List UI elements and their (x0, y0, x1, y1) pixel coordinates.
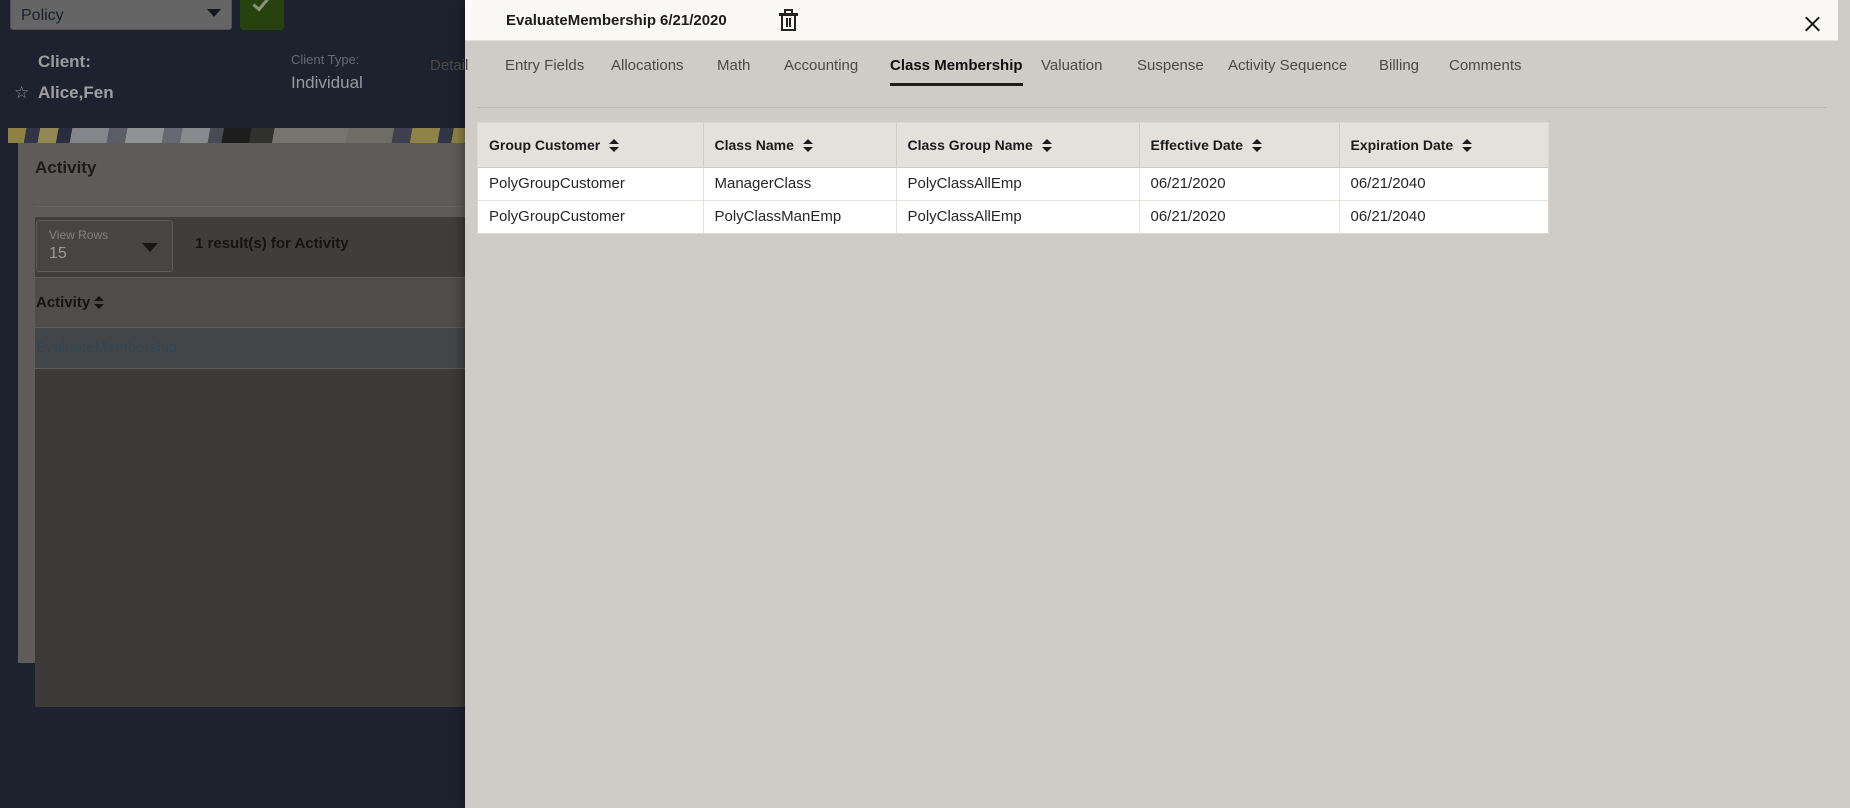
tab-label: Valuation (1041, 56, 1103, 74)
panel-toolbar: View Rows 15 1 result(s) for Activity (35, 217, 465, 277)
client-label: Client: (38, 52, 91, 71)
client-header: Client: ☆ Alice,Fen Client Type: Individ… (0, 40, 465, 128)
modal-title: EvaluateMembership (506, 12, 657, 29)
tab-billing[interactable]: Billing (1379, 41, 1419, 89)
table-cell: PolyClassManEmp (703, 200, 897, 233)
activity-row-selected[interactable]: EvaluateMembership (35, 327, 465, 369)
tab-valuation[interactable]: Valuation (1041, 41, 1102, 89)
table-cell: PolyClassAllEmp (896, 167, 1140, 201)
tab-label: Billing (1379, 56, 1420, 74)
column-header-label: Expiration Date (1350, 136, 1454, 153)
column-header-group-customer[interactable]: Group Customer (478, 123, 704, 168)
modal-body: Group Customer Class Name Class Group Name… (465, 89, 1838, 808)
table-cell: 06/21/2040 (1339, 200, 1548, 233)
activity-column-label: Activity (36, 294, 91, 311)
activity-grid-empty-area (35, 369, 465, 707)
panel-divider (35, 206, 465, 207)
activity-column-header: Activity (36, 294, 105, 311)
tab-class-membership[interactable]: Class Membership (890, 41, 1023, 89)
results-count: 1 result(s) for Activity (195, 235, 349, 252)
table-head: Group Customer Class Name Class Group Name… (478, 123, 1548, 168)
sort-chevrons-icon[interactable] (1041, 138, 1053, 153)
tab-suspense[interactable]: Suspense (1137, 41, 1204, 89)
tab-label: Suspense (1137, 56, 1204, 74)
tab-label: Activity Sequence (1228, 56, 1348, 74)
modal-header: EvaluateMembership 6/21/2020 (465, 0, 1838, 41)
table-cell: PolyGroupCustomer (478, 167, 704, 201)
column-header-class-name[interactable]: Class Name (703, 123, 897, 168)
background-application: Policy Client: ☆ Alice,Fen Client Type: … (0, 0, 465, 808)
app-top-bar: Policy (0, 0, 465, 40)
chevron-down-icon (142, 243, 158, 252)
sort-chevrons-icon[interactable] (609, 138, 620, 153)
column-header-label: Effective Date (1150, 136, 1244, 153)
table-row[interactable]: PolyGroupCustomer PolyClassManEmp PolyClas… (478, 200, 1548, 233)
table-cell: PolyGroupCustomer (478, 200, 704, 233)
tab-comments[interactable]: Comments (1449, 41, 1522, 89)
check-icon (252, 0, 270, 12)
tab-label: Comments (1449, 56, 1522, 74)
body-divider (477, 107, 1827, 108)
tab-label: Math (717, 56, 751, 74)
client-name: Alice,Fen (38, 83, 114, 102)
class-membership-table: Group Customer Class Name Class Group Name… (478, 123, 1548, 233)
table-header-row: Group Customer Class Name Class Group Name… (478, 123, 1548, 168)
table-row[interactable]: PolyGroupCustomer ManagerClass PolyClassAl… (478, 167, 1548, 201)
view-rows-label: View Rows (49, 228, 109, 242)
star-icon[interactable]: ☆ (14, 84, 29, 102)
sort-chevrons-icon[interactable] (802, 138, 814, 153)
client-type-label: Client Type: (291, 52, 360, 67)
table-cell: 06/21/2020 (1139, 200, 1340, 233)
column-header-expiration-date[interactable]: Expiration Date (1339, 123, 1548, 168)
column-header-class-group-name[interactable]: Class Group Name (896, 123, 1140, 168)
tab-label: Detail (430, 56, 469, 74)
policy-dropdown[interactable]: Policy (10, 0, 232, 30)
tab-label: Allocations (611, 56, 684, 74)
activity-grid-header[interactable]: Activity (35, 277, 465, 327)
tab-detail[interactable]: Detail (430, 41, 468, 89)
sort-chevrons-icon[interactable] (94, 295, 105, 310)
column-header-label: Class Name (714, 136, 794, 153)
sort-chevrons-icon[interactable] (1252, 138, 1263, 153)
panel-title: Activity (35, 158, 97, 177)
tab-label: Class Membership (890, 56, 1023, 74)
view-rows-dropdown[interactable]: View Rows 15 (36, 220, 173, 272)
activity-row-label: EvaluateMembership (36, 339, 177, 356)
column-header-label: Group Customer (489, 136, 601, 153)
column-header-effective-date[interactable]: Effective Date (1139, 123, 1340, 168)
sort-chevrons-icon[interactable] (1462, 138, 1473, 153)
modal-tab-bar: Detail Entry Fields Allocations Math Account… (430, 41, 1838, 89)
tab-allocations[interactable]: Allocations (611, 41, 684, 89)
tab-entry-fields[interactable]: Entry Fields (505, 41, 584, 89)
policy-dropdown-value: Policy (21, 7, 64, 24)
table-cell: 06/21/2040 (1339, 167, 1548, 201)
confirm-button[interactable] (240, 0, 284, 30)
tab-activity-sequence[interactable]: Activity Sequence (1228, 41, 1347, 89)
view-rows-value: 15 (49, 245, 67, 262)
close-icon[interactable] (1798, 10, 1826, 38)
tab-math[interactable]: Math (717, 41, 750, 89)
table-body: PolyGroupCustomer ManagerClass PolyClassAl… (478, 167, 1548, 233)
decorative-banner-image (8, 128, 465, 143)
tab-label: Accounting (784, 56, 859, 74)
tab-accounting[interactable]: Accounting (784, 41, 858, 89)
activity-panel: Activity View Rows 15 1 result(s) for Ac… (18, 143, 465, 707)
delete-button[interactable] (775, 8, 805, 35)
column-header-label: Class Group Name (907, 136, 1033, 153)
tab-label: Entry Fields (505, 56, 585, 74)
table-cell: PolyClassAllEmp (896, 200, 1140, 233)
chevron-down-icon (207, 9, 221, 17)
class-membership-table-container: Group Customer Class Name Class Group Name… (477, 122, 1549, 234)
client-type-value: Individual (291, 73, 363, 92)
modal-date: 6/21/2020 (660, 12, 727, 29)
trash-icon (781, 16, 796, 31)
table-cell: 06/21/2020 (1139, 167, 1340, 201)
table-cell: ManagerClass (703, 167, 897, 201)
class-membership-modal: EvaluateMembership 6/21/2020 Detail Entry… (430, 0, 1850, 808)
